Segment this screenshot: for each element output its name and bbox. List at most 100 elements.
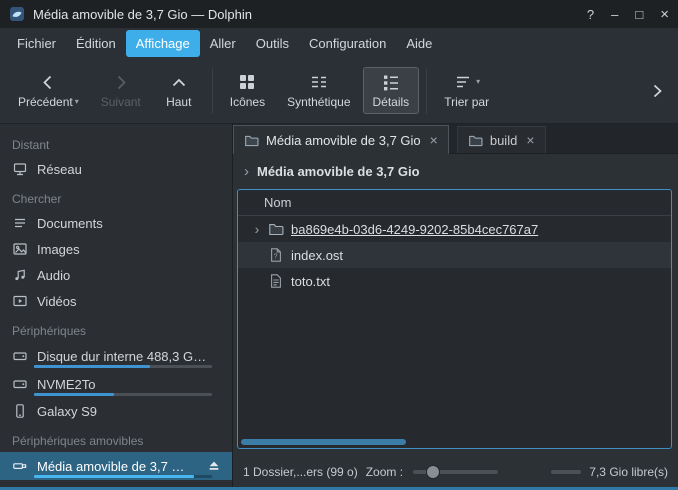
sidebar-item-nvme[interactable]: NVME2To [0, 370, 232, 398]
app-icon[interactable] [9, 6, 25, 22]
sidebar-item-label: Vidéos [37, 294, 77, 309]
smartphone-icon [12, 403, 28, 419]
sidebar-item-galaxy-s9[interactable]: Galaxy S9 [0, 398, 232, 424]
details-view-icon [381, 72, 401, 92]
menu-outils[interactable]: Outils [246, 30, 299, 57]
network-icon [12, 161, 28, 177]
file-row-toto-txt[interactable]: toto.txt [238, 268, 671, 294]
sidebar-item-images[interactable]: Images [0, 236, 232, 262]
tab-close-button[interactable]: × [526, 133, 534, 147]
sidebar-item-documents[interactable]: Documents [0, 210, 232, 236]
unknown-badge: ? [274, 253, 278, 260]
sidebar-section-devices: Périphériques [0, 314, 232, 342]
places-panel: Distant Réseau Chercher Documents Images [0, 124, 233, 487]
sort-by-button[interactable]: ▾ Trier par [434, 67, 499, 114]
sidebar-item-label: Réseau [37, 162, 82, 177]
chevron-right-icon [648, 82, 666, 100]
back-label: Précédent ▾ [18, 95, 79, 109]
sidebar-item-label: Images [37, 242, 80, 257]
forward-button[interactable]: Suivant [91, 67, 151, 114]
toolbar-separator [426, 68, 427, 114]
sidebar-item-videos[interactable]: Vidéos [0, 288, 232, 314]
menubar: Fichier Édition Affichage Aller Outils C… [0, 28, 678, 58]
sidebar-section-search: Chercher [0, 182, 232, 210]
file-row-index-ost[interactable]: ? index.ost [238, 242, 671, 268]
tab-build[interactable]: build × [457, 126, 546, 153]
details-view-button[interactable]: Détails [363, 67, 420, 114]
file-view[interactable]: Nom › ba869e4b-03d6-4249-9202-85b4cec767… [237, 189, 672, 449]
toolbar-separator [212, 68, 213, 114]
titlebar[interactable]: Média amovible de 3,7 Gio — Dolphin ? – … [0, 0, 678, 28]
sidebar-section-remote: Distant [0, 128, 232, 156]
sidebar-item-label: Documents [37, 216, 103, 231]
close-button[interactable]: × [660, 7, 669, 22]
help-button[interactable]: ? [587, 8, 594, 21]
image-icon [12, 241, 28, 257]
sidebar-section-removable: Périphériques amovibles [0, 424, 232, 452]
compact-view-label: Synthétique [287, 95, 350, 109]
toolbar-overflow-button[interactable] [644, 82, 670, 100]
horizontal-scrollbar[interactable] [241, 439, 406, 445]
back-button[interactable]: Précédent ▾ [8, 67, 89, 114]
disk-usage-bar [34, 393, 212, 396]
sort-by-label: Trier par [444, 95, 489, 109]
sidebar-item-label: Galaxy S9 [37, 404, 97, 419]
menu-aide[interactable]: Aide [396, 30, 442, 57]
minimize-button[interactable]: – [611, 8, 618, 21]
sidebar-item-label: Média amovible de 3,7 … [37, 459, 184, 474]
details-view-label: Détails [373, 95, 410, 109]
expander-icon[interactable]: › [248, 222, 266, 236]
folder-icon [244, 133, 259, 148]
free-space-bar [551, 470, 581, 474]
sidebar-item-audio[interactable]: Audio [0, 262, 232, 288]
file-name: toto.txt [291, 274, 330, 289]
column-header-nom[interactable]: Nom [264, 195, 291, 210]
column-header-row: Nom [238, 190, 671, 216]
icons-view-label: Icônes [230, 95, 265, 109]
toolbar: Précédent ▾ Suivant Haut Icônes [0, 58, 678, 124]
dolphin-window: Média amovible de 3,7 Gio — Dolphin ? – … [0, 0, 678, 490]
file-row-folder[interactable]: › ba869e4b-03d6-4249-9202-85b4cec767a7 [238, 216, 671, 242]
tab-label: build [490, 133, 517, 148]
up-label: Haut [166, 95, 191, 109]
tab-close-button[interactable]: × [430, 133, 438, 147]
menu-aller[interactable]: Aller [200, 30, 246, 57]
maximize-button[interactable]: □ [635, 8, 643, 21]
file-name: ba869e4b-03d6-4249-9202-85b4cec767a7 [291, 222, 538, 237]
menu-fichier[interactable]: Fichier [7, 30, 66, 57]
forward-label: Suivant [101, 95, 141, 109]
harddisk-icon [12, 376, 28, 392]
menu-configuration[interactable]: Configuration [299, 30, 396, 57]
menu-edition[interactable]: Édition [66, 30, 126, 57]
content-area: Distant Réseau Chercher Documents Images [0, 124, 678, 487]
window-title: Média amovible de 3,7 Gio — Dolphin [33, 7, 252, 22]
zoom-slider-handle[interactable] [426, 465, 440, 479]
zoom-slider[interactable] [413, 465, 498, 479]
chevron-up-icon [169, 72, 189, 92]
compact-view-button[interactable]: Synthétique [277, 67, 360, 114]
removable-drive-icon [12, 458, 28, 474]
caret-down-icon[interactable]: ▾ [476, 78, 480, 86]
eject-icon [206, 458, 222, 474]
folder-icon [468, 133, 483, 148]
sidebar-item-disque-dur[interactable]: Disque dur interne 488,3 G… [0, 342, 232, 370]
eject-button[interactable] [206, 458, 222, 474]
folder-icon [268, 221, 284, 237]
sidebar-item-media-amovible[interactable]: Média amovible de 3,7 … [0, 452, 232, 480]
main-panel: Média amovible de 3,7 Gio × build × › Mé… [233, 124, 678, 487]
sidebar-item-label: NVME2To [37, 377, 96, 392]
caret-down-icon[interactable]: ▾ [75, 98, 79, 106]
disk-usage-bar [34, 475, 212, 478]
breadcrumb-current[interactable]: Média amovible de 3,7 Gio [257, 164, 420, 179]
window-controls: ? – □ × [587, 7, 669, 22]
breadcrumb-root-chevron[interactable]: › [244, 164, 249, 179]
tab-media-amovible[interactable]: Média amovible de 3,7 Gio × [233, 125, 449, 154]
icons-view-button[interactable]: Icônes [220, 67, 275, 114]
unknown-file-icon: ? [268, 247, 284, 263]
text-file-icon [268, 273, 284, 289]
compact-view-icon [309, 72, 329, 92]
sidebar-item-reseau[interactable]: Réseau [0, 156, 232, 182]
up-button[interactable]: Haut [153, 67, 205, 114]
menu-affichage[interactable]: Affichage [126, 30, 200, 57]
icons-view-icon [237, 72, 257, 92]
